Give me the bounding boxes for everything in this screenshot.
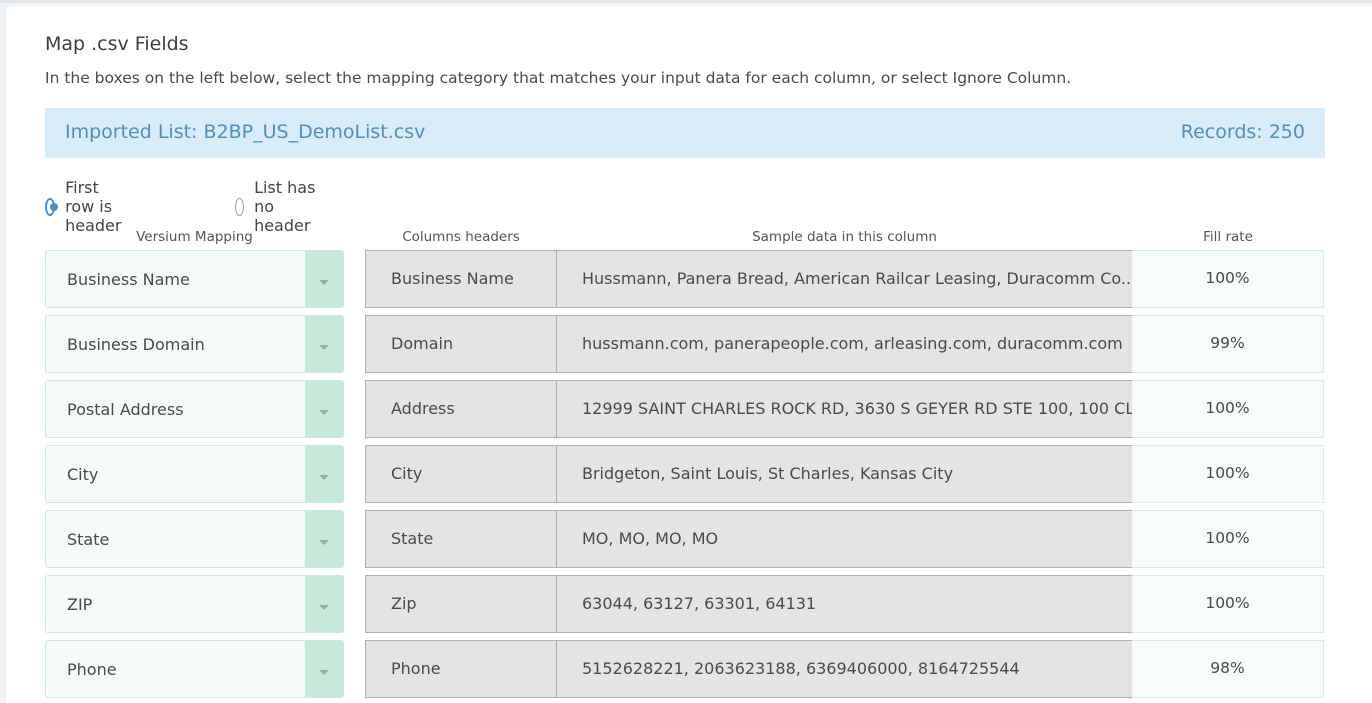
sample-data-cell: hussmann.com, panerapeople.com, arleasin… bbox=[556, 315, 1133, 373]
fill-rate-cell: 100% bbox=[1132, 445, 1324, 503]
sample-data-text: 12999 SAINT CHARLES ROCK RD, 3630 S GEYE… bbox=[582, 399, 1150, 418]
column-header-cell: Phone bbox=[365, 640, 557, 698]
sample-data-cell: Hussmann, Panera Bread, American Railcar… bbox=[556, 250, 1137, 308]
radio-label: First row is header bbox=[65, 178, 122, 235]
fill-rate-cell: 100% bbox=[1132, 510, 1324, 568]
column-header-text: Phone bbox=[391, 659, 441, 678]
column-header-cell: Zip bbox=[365, 575, 557, 633]
fill-rate-cell: 100% bbox=[1132, 250, 1324, 308]
sample-data-text: 5152628221, 2063623188, 6369406000, 8164… bbox=[582, 659, 1020, 678]
mapping-row: Business Name Business Name Hussmann, Pane… bbox=[45, 250, 1325, 310]
radio-selected-icon[interactable] bbox=[45, 197, 59, 216]
column-header-cell: Address bbox=[365, 380, 557, 438]
fill-rate-text: 100% bbox=[1205, 464, 1250, 482]
mapping-select[interactable]: Phone bbox=[45, 640, 344, 698]
column-header-text: City bbox=[391, 464, 423, 483]
sample-data-cell: Bridgeton, Saint Louis, St Charles, Kans… bbox=[556, 445, 1133, 503]
fill-rate-text: 100% bbox=[1205, 399, 1250, 417]
records-count: Records: 250 bbox=[1180, 121, 1305, 143]
mapping-select[interactable]: State bbox=[45, 510, 344, 568]
column-header-text: Zip bbox=[391, 594, 417, 613]
mapping-select[interactable]: Business Name bbox=[45, 250, 344, 308]
mapping-select[interactable]: Postal Address bbox=[45, 380, 344, 438]
mapping-select-value: Business Name bbox=[67, 270, 190, 289]
radio-first-row-header[interactable]: First row is header bbox=[45, 178, 129, 235]
radio-label: List has no header bbox=[254, 178, 316, 235]
sample-data-cell: 12999 SAINT CHARLES ROCK RD, 3630 S GEYE… bbox=[556, 380, 1150, 438]
fill-rate-cell: 100% bbox=[1132, 380, 1324, 438]
mapping-select-value: Phone bbox=[67, 660, 117, 679]
mapping-select[interactable]: City bbox=[45, 445, 344, 503]
chevron-down-icon bbox=[319, 670, 329, 675]
mapping-select[interactable]: ZIP bbox=[45, 575, 344, 633]
col-header-mapping: Versium Mapping bbox=[136, 229, 253, 245]
radio-no-header[interactable]: List has no header bbox=[235, 178, 319, 235]
col-header-sample: Sample data in this column bbox=[752, 229, 937, 245]
column-header-text: State bbox=[391, 529, 434, 548]
imported-list-name: Imported List: B2BP_US_DemoList.csv bbox=[65, 121, 426, 143]
column-header-text: Domain bbox=[391, 334, 454, 353]
sample-data-text: MO, MO, MO, MO bbox=[582, 529, 719, 548]
top-border bbox=[0, 0, 1372, 3]
mapping-row: State State MO, MO, MO, MO 100% bbox=[45, 510, 1325, 570]
dropdown-toggle[interactable] bbox=[305, 316, 343, 372]
sample-data-cell: 63044, 63127, 63301, 64131 bbox=[556, 575, 1133, 633]
page-title: Map .csv Fields bbox=[45, 33, 189, 55]
mapping-row: Business Domain Domain hussmann.com, paner… bbox=[45, 315, 1325, 375]
mapping-row: City City Bridgeton, Saint Louis, St Charl… bbox=[45, 445, 1325, 505]
dropdown-toggle[interactable] bbox=[305, 251, 343, 307]
fill-rate-text: 98% bbox=[1210, 659, 1245, 677]
chevron-down-icon bbox=[319, 475, 329, 480]
mapping-select-value: Postal Address bbox=[67, 400, 184, 419]
column-header-text: Address bbox=[391, 399, 455, 418]
sample-data-text: hussmann.com, panerapeople.com, arleasin… bbox=[582, 334, 1123, 353]
fill-rate-text: 100% bbox=[1205, 269, 1250, 287]
column-header-cell: State bbox=[365, 510, 557, 568]
chevron-down-icon bbox=[319, 410, 329, 415]
dropdown-toggle[interactable] bbox=[305, 576, 343, 632]
sample-data-cell: 5152628221, 2063623188, 6369406000, 8164… bbox=[556, 640, 1133, 698]
imported-list-banner: Imported List: B2BP_US_DemoList.csv Reco… bbox=[45, 108, 1325, 158]
chevron-down-icon bbox=[319, 540, 329, 545]
chevron-down-icon bbox=[319, 345, 329, 350]
sample-data-text: 63044, 63127, 63301, 64131 bbox=[582, 594, 817, 613]
sample-data-cell: MO, MO, MO, MO bbox=[556, 510, 1133, 568]
column-header-cell: City bbox=[365, 445, 557, 503]
dropdown-toggle[interactable] bbox=[305, 381, 343, 437]
mapping-row: Postal Address Address 12999 SAINT CHARLES… bbox=[45, 380, 1325, 440]
mapping-select-value: State bbox=[67, 530, 110, 549]
mapping-row: Phone Phone 5152628221, 2063623188, 636940… bbox=[45, 640, 1325, 700]
dropdown-toggle[interactable] bbox=[305, 641, 343, 697]
mapping-select[interactable]: Business Domain bbox=[45, 315, 344, 373]
dropdown-toggle[interactable] bbox=[305, 511, 343, 567]
chevron-down-icon bbox=[319, 605, 329, 610]
col-header-headers: Columns headers bbox=[402, 229, 520, 245]
fill-rate-text: 100% bbox=[1205, 529, 1250, 547]
fill-rate-cell: 100% bbox=[1132, 575, 1324, 633]
chevron-down-icon bbox=[319, 280, 329, 285]
mapping-row: ZIP Zip 63044, 63127, 63301, 64131 100% bbox=[45, 575, 1325, 635]
column-header-cell: Domain bbox=[365, 315, 557, 373]
dropdown-toggle[interactable] bbox=[305, 446, 343, 502]
column-header-text: Business Name bbox=[391, 269, 514, 288]
mapping-select-value: ZIP bbox=[67, 595, 93, 614]
fill-rate-text: 100% bbox=[1205, 594, 1250, 612]
fill-rate-cell: 99% bbox=[1132, 315, 1324, 373]
column-header-cell: Business Name bbox=[365, 250, 557, 308]
fill-rate-text: 99% bbox=[1210, 334, 1245, 352]
page-description: In the boxes on the left below, select t… bbox=[45, 69, 1072, 87]
col-header-fill: Fill rate bbox=[1203, 229, 1253, 245]
radio-unselected-icon[interactable] bbox=[235, 197, 245, 216]
fill-rate-cell: 98% bbox=[1132, 640, 1324, 698]
map-fields-panel: Map .csv Fields In the boxes on the left… bbox=[6, 6, 1372, 703]
mapping-select-value: Business Domain bbox=[67, 335, 205, 354]
sample-data-text: Bridgeton, Saint Louis, St Charles, Kans… bbox=[582, 464, 954, 483]
mapping-select-value: City bbox=[67, 465, 99, 484]
sample-data-text: Hussmann, Panera Bread, American Railcar… bbox=[582, 269, 1137, 288]
